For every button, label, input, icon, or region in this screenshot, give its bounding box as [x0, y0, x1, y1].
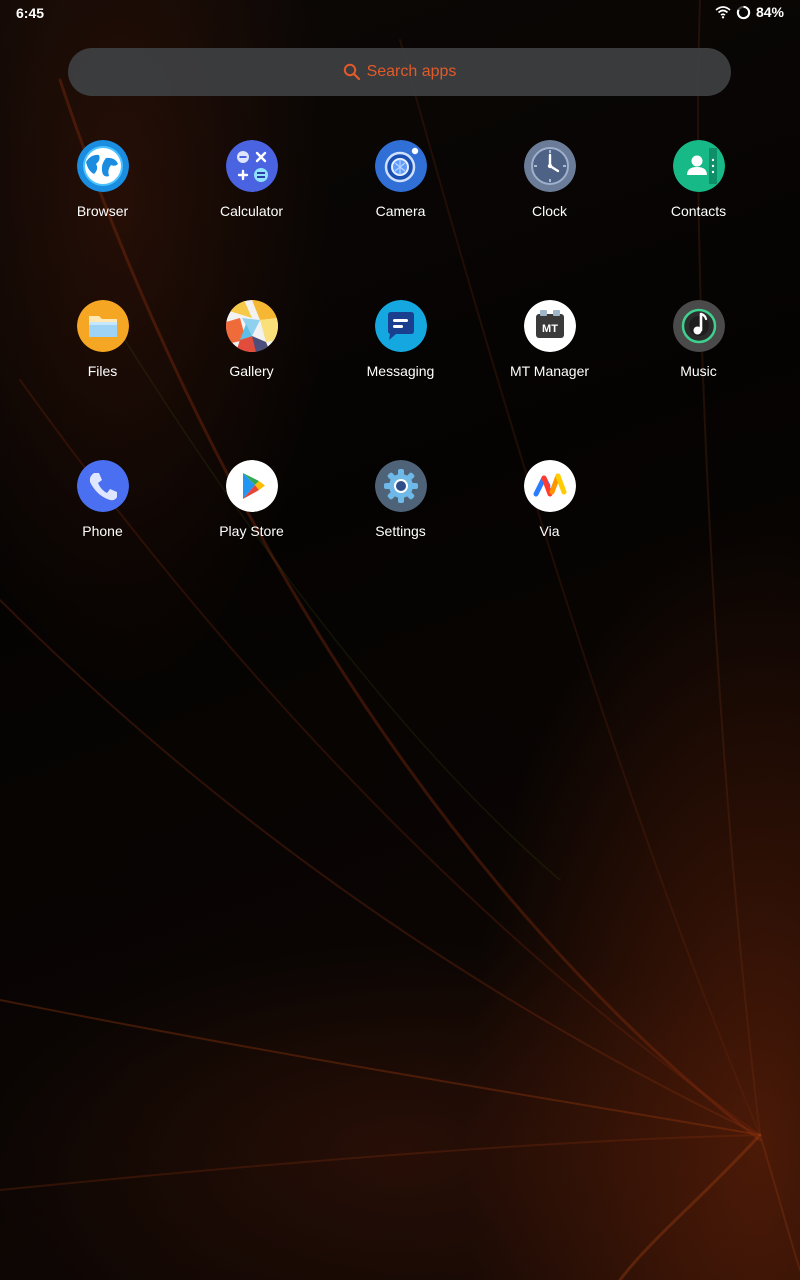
status-icons: 84% [715, 4, 784, 20]
mt-manager-icon-text: MT [542, 323, 558, 335]
app-contacts[interactable]: Contacts [624, 140, 773, 300]
app-label: Messaging [366, 363, 435, 379]
app-drawer-screen: 6:45 84% Search apps Browser Calculator … [0, 0, 800, 1280]
app-via[interactable]: Via [475, 460, 624, 620]
status-time: 6:45 [16, 5, 45, 21]
app-music[interactable]: Music [624, 300, 773, 460]
music-icon [672, 300, 725, 352]
clock-icon [523, 140, 576, 192]
app-calculator[interactable]: Calculator [177, 140, 326, 300]
search-icon [343, 63, 360, 81]
app-grid: Browser Calculator Camera Clock Contacts… [28, 140, 774, 620]
messaging-icon [374, 300, 427, 352]
app-label: Browser [76, 203, 129, 219]
contacts-icon [672, 140, 725, 192]
app-label: Gallery [229, 363, 274, 379]
app-gallery[interactable]: Gallery [177, 300, 326, 460]
phone-icon [76, 460, 129, 512]
search-apps-bar[interactable]: Search apps [68, 48, 731, 96]
app-files[interactable]: Files [28, 300, 177, 460]
status-bar: 6:45 84% [0, 0, 800, 26]
app-label: Play Store [219, 523, 284, 539]
browser-icon [76, 140, 129, 192]
files-icon [76, 300, 129, 352]
wifi-icon [715, 6, 731, 19]
settings-icon [374, 460, 427, 512]
app-label: MT Manager [509, 363, 590, 379]
calculator-icon [225, 140, 278, 192]
battery-ring-icon [736, 5, 751, 19]
play-store-icon [225, 460, 278, 512]
app-label: Camera [375, 203, 426, 219]
app-settings[interactable]: Settings [326, 460, 475, 620]
camera-icon [374, 140, 427, 192]
app-label: Settings [375, 523, 426, 539]
search-apps-label: Search apps [366, 63, 457, 80]
app-mt-manager[interactable]: MT MT Manager [475, 300, 624, 460]
app-label: Phone [82, 523, 123, 539]
app-messaging[interactable]: Messaging [326, 300, 475, 460]
app-label: Calculator [219, 203, 284, 219]
app-play-store[interactable]: Play Store [177, 460, 326, 620]
app-label: Music [680, 363, 717, 379]
mt-manager-icon: MT [523, 300, 576, 352]
app-clock[interactable]: Clock [475, 140, 624, 300]
app-label: Via [539, 523, 560, 539]
gallery-icon [225, 300, 278, 352]
app-camera[interactable]: Camera [326, 140, 475, 300]
via-icon [523, 460, 576, 512]
app-label: Contacts [670, 203, 727, 219]
app-label: Clock [531, 203, 567, 219]
app-browser[interactable]: Browser [28, 140, 177, 300]
app-phone[interactable]: Phone [28, 460, 177, 620]
battery-percent: 84% [755, 4, 784, 20]
app-label: Files [87, 363, 118, 379]
